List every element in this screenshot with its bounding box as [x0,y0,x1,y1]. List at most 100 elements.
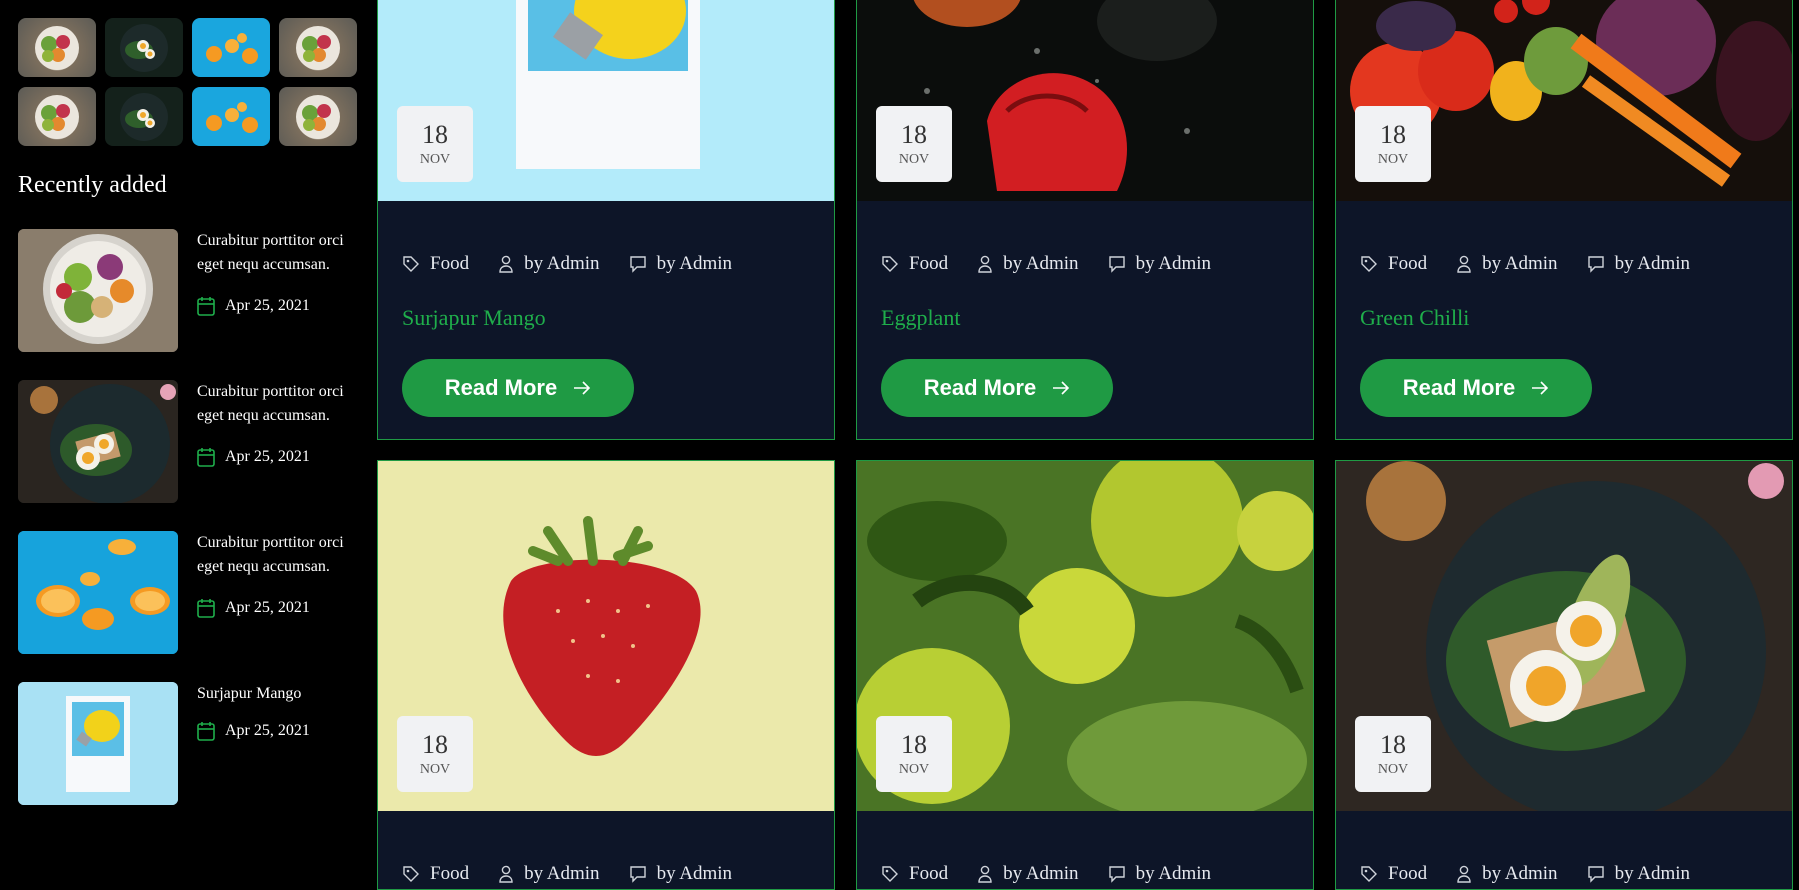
post-date-badge: 18 NOV [1355,106,1431,182]
recent-item-date-text: Apr 25, 2021 [225,722,310,739]
post-author-label: by Admin [1003,253,1079,274]
comment-icon [1108,866,1125,883]
user-icon [499,865,513,883]
post-title[interactable]: Eggplant [881,305,960,331]
post-author[interactable]: by Admin [1456,253,1558,275]
recent-item-title[interactable]: Surjapur Mango [197,682,362,706]
post-card-image[interactable]: 18 NOV [1336,0,1792,201]
calendar-icon [197,448,215,467]
post-card-image[interactable]: 18 NOV [378,0,834,201]
calendar-icon [197,722,215,741]
read-more-button[interactable]: Read More [1360,359,1592,417]
post-meta: Food by Admin by Admin [402,253,761,275]
recently-added-heading: Recently added [18,172,167,198]
post-title[interactable]: Surjapur Mango [402,305,546,331]
recent-item[interactable]: Curabitur porttitor orci eget nequ accum… [18,531,358,654]
post-category[interactable]: Food [1360,253,1427,275]
read-more-label: Read More [1402,375,1516,400]
post-date-day: 18 [422,730,448,759]
post-meta: Food by Admin by Admin [881,863,1240,885]
post-card-image[interactable]: 18 NOV [857,461,1313,811]
post-author[interactable]: by Admin [977,863,1079,885]
post-date-month: NOV [419,152,451,167]
read-more-label: Read More [923,375,1037,400]
post-card: 18 NOV Food by Admin by Admin Eggplant R… [856,0,1314,440]
recent-item[interactable]: Surjapur Mango Apr 25, 2021 [18,682,358,805]
arrow-right-icon [1532,381,1549,395]
read-more-button[interactable]: Read More [881,359,1113,417]
recent-item-date-text: Apr 25, 2021 [225,448,310,465]
user-icon [978,865,992,883]
recent-item-title[interactable]: Curabitur porttitor orci eget nequ accum… [197,229,362,277]
recent-item[interactable]: Curabitur porttitor orci eget nequ accum… [18,380,358,503]
post-card-image[interactable]: 18 NOV [1336,461,1792,811]
recent-item-date: Apr 25, 2021 [197,598,310,618]
gallery-thumb[interactable] [105,87,183,146]
post-category-label: Food [430,863,470,884]
post-card: 18 NOV Food by Admin by Admin [1335,460,1793,890]
post-comments[interactable]: by Admin [1587,253,1690,275]
post-category-label: Food [1388,253,1428,274]
recent-item-date: Apr 25, 2021 [197,296,310,316]
user-icon [1457,865,1471,883]
comment-icon [629,256,646,273]
post-category[interactable]: Food [881,863,948,885]
post-category[interactable]: Food [881,253,948,275]
recent-item-title[interactable]: Curabitur porttitor orci eget nequ accum… [197,531,362,579]
post-meta: Food by Admin by Admin [402,863,761,885]
post-card-image[interactable]: 18 NOV [378,461,834,811]
comment-icon [1587,256,1604,273]
read-more-button[interactable]: Read More [402,359,634,417]
post-comments-label: by Admin [656,863,733,884]
gallery-thumb[interactable] [18,87,96,146]
post-card-image[interactable]: 18 NOV [857,0,1313,201]
post-comments[interactable]: by Admin [1108,863,1211,885]
post-meta: Food by Admin by Admin [1360,253,1719,275]
comment-icon [629,866,646,883]
gallery-thumb[interactable] [192,87,270,146]
calendar-icon [197,599,215,618]
recent-item-title[interactable]: Curabitur porttitor orci eget nequ accum… [197,380,362,428]
arrow-right-icon [1053,381,1070,395]
gallery-thumb[interactable] [279,18,357,77]
post-author[interactable]: by Admin [977,253,1079,275]
post-author[interactable]: by Admin [498,863,600,885]
gallery-thumb[interactable] [18,18,96,77]
recent-item-image[interactable] [18,531,178,654]
post-author[interactable]: by Admin [498,253,600,275]
user-icon [499,255,513,273]
post-meta: Food by Admin by Admin [1360,863,1719,885]
post-category-label: Food [1388,863,1428,884]
gallery-thumb[interactable] [279,87,357,146]
post-author-label: by Admin [1482,253,1558,274]
post-card: 18 NOV Food by Admin by Admin [377,460,835,890]
post-category-label: Food [909,253,949,274]
gallery-thumb[interactable] [192,18,270,77]
post-comments[interactable]: by Admin [629,863,732,885]
post-date-month: NOV [1377,152,1409,167]
post-meta: Food by Admin by Admin [881,253,1240,275]
post-date-month: NOV [898,762,930,777]
post-category[interactable]: Food [402,863,469,885]
post-date-month: NOV [419,762,451,777]
post-comments[interactable]: by Admin [1108,253,1211,275]
post-comments[interactable]: by Admin [629,253,732,275]
post-comments[interactable]: by Admin [1587,863,1690,885]
post-author-label: by Admin [1482,863,1558,884]
recent-item-image[interactable] [18,380,178,503]
post-category[interactable]: Food [402,253,469,275]
post-date-badge: 18 NOV [876,106,952,182]
post-title[interactable]: Green Chilli [1360,305,1469,331]
post-author[interactable]: by Admin [1456,863,1558,885]
tag-icon [1361,256,1377,272]
post-comments-label: by Admin [656,253,733,274]
tag-icon [1361,866,1377,882]
recent-item-image[interactable] [18,229,178,352]
tag-icon [882,256,898,272]
gallery-thumb[interactable] [105,18,183,77]
post-date-badge: 18 NOV [397,716,473,792]
post-category[interactable]: Food [1360,863,1427,885]
read-more-label: Read More [444,375,558,400]
recent-item-image[interactable] [18,682,178,805]
recent-item[interactable]: Curabitur porttitor orci eget nequ accum… [18,229,358,352]
